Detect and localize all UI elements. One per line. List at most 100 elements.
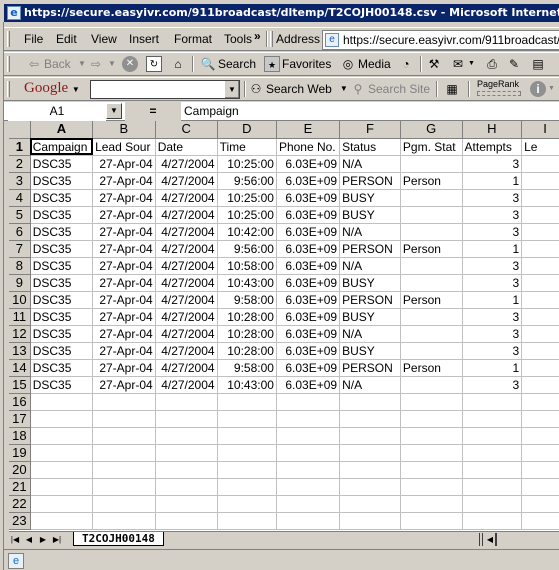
cell[interactable] [400, 223, 463, 241]
discuss-button[interactable]: ▤ [530, 56, 546, 72]
search-button[interactable]: 🔍 Search [200, 56, 257, 72]
cell[interactable]: DSC35 [30, 308, 94, 326]
select-all-corner[interactable] [9, 121, 31, 139]
column-header-e[interactable]: E [276, 121, 341, 139]
first-sheet-button[interactable]: |◀ [9, 533, 21, 546]
cell[interactable] [339, 427, 401, 445]
cell[interactable] [521, 427, 559, 445]
row-header[interactable]: 23 [9, 512, 31, 530]
row-header[interactable]: 5 [9, 206, 31, 224]
cell[interactable] [462, 478, 523, 496]
row-header[interactable]: 3 [9, 172, 31, 190]
cell[interactable] [276, 478, 341, 496]
cell[interactable]: PERSON [339, 291, 401, 309]
cell[interactable] [30, 512, 94, 530]
cell[interactable]: DSC35 [30, 376, 94, 394]
cell[interactable] [400, 444, 463, 462]
cell[interactable] [400, 325, 463, 343]
cell[interactable]: 27-Apr-04 [92, 223, 156, 241]
menu-edit[interactable]: Edit [56, 32, 77, 46]
cell[interactable]: 27-Apr-04 [92, 325, 156, 343]
cell[interactable]: DSC35 [30, 172, 94, 190]
cell[interactable]: DSC35 [30, 257, 94, 275]
cell[interactable]: 3 [462, 257, 523, 275]
cell[interactable] [521, 206, 559, 224]
cell[interactable] [92, 427, 156, 445]
cell[interactable]: 10:58:00 [217, 257, 277, 275]
cell[interactable] [276, 444, 341, 462]
cell[interactable]: PERSON [339, 240, 401, 258]
cell[interactable] [400, 342, 463, 360]
sheet-tab-active[interactable]: T2COJH00148 [73, 532, 164, 546]
cell[interactable] [521, 342, 559, 360]
cell[interactable] [30, 478, 94, 496]
cell[interactable]: 27-Apr-04 [92, 308, 156, 326]
cell[interactable] [521, 512, 559, 530]
cell[interactable]: 27-Apr-04 [92, 359, 156, 377]
menu-file[interactable]: File [24, 32, 43, 46]
cell[interactable] [521, 410, 559, 428]
cell[interactable] [30, 427, 94, 445]
cell[interactable]: 6.03E+09 [276, 257, 341, 275]
cell[interactable] [92, 444, 156, 462]
cell[interactable] [92, 410, 156, 428]
cell[interactable]: DSC35 [30, 206, 94, 224]
cell[interactable]: 6.03E+09 [276, 189, 341, 207]
cell[interactable] [462, 444, 523, 462]
print-button[interactable]: ⎙ [484, 56, 500, 72]
cell[interactable] [400, 189, 463, 207]
cell[interactable] [521, 291, 559, 309]
cell[interactable]: 4/27/2004 [155, 155, 218, 173]
cell[interactable] [30, 393, 94, 411]
cell[interactable]: 10:28:00 [217, 308, 277, 326]
cell[interactable]: 10:25:00 [217, 206, 277, 224]
column-header-i[interactable]: I [521, 121, 559, 139]
row-header[interactable]: 7 [9, 240, 31, 258]
cell[interactable] [400, 206, 463, 224]
row-header[interactable]: 13 [9, 342, 31, 360]
row-header[interactable]: 9 [9, 274, 31, 292]
cell[interactable] [217, 427, 277, 445]
cell[interactable]: 6.03E+09 [276, 155, 341, 173]
address-input[interactable]: e https://secure.easyivr.com/911broadcas… [322, 30, 559, 50]
refresh-button[interactable]: ↻ [146, 56, 162, 72]
row-header[interactable]: 21 [9, 478, 31, 496]
cell[interactable] [217, 495, 277, 513]
cell[interactable] [92, 512, 156, 530]
cell[interactable] [339, 495, 401, 513]
cell[interactable] [462, 393, 523, 411]
cell[interactable] [521, 461, 559, 479]
cell[interactable]: 27-Apr-04 [92, 240, 156, 258]
cell[interactable]: BUSY [339, 189, 401, 207]
cell[interactable]: 6.03E+09 [276, 359, 341, 377]
cell[interactable]: 10:43:00 [217, 274, 277, 292]
cell[interactable]: Attempts [462, 138, 523, 156]
cell[interactable]: DSC35 [30, 223, 94, 241]
cell[interactable]: 4/27/2004 [155, 325, 218, 343]
cell[interactable] [339, 461, 401, 479]
cell[interactable]: 6.03E+09 [276, 172, 341, 190]
cell[interactable] [521, 257, 559, 275]
cell[interactable]: 4/27/2004 [155, 172, 218, 190]
cell[interactable] [339, 512, 401, 530]
row-header[interactable]: 8 [9, 257, 31, 275]
column-header-d[interactable]: D [217, 121, 277, 139]
stop-button[interactable]: ✕ [122, 56, 138, 72]
cell[interactable]: DSC35 [30, 155, 94, 173]
cell[interactable] [155, 495, 218, 513]
row-header[interactable]: 18 [9, 427, 31, 445]
cell[interactable]: 4/27/2004 [155, 223, 218, 241]
cell[interactable] [92, 461, 156, 479]
cell[interactable]: 10:25:00 [217, 155, 277, 173]
cell[interactable]: N/A [339, 376, 401, 394]
cell[interactable] [521, 444, 559, 462]
cell[interactable]: 6.03E+09 [276, 325, 341, 343]
cell[interactable]: Pgm. Stat [400, 138, 463, 156]
row-header[interactable]: 14 [9, 359, 31, 377]
cell[interactable] [400, 376, 463, 394]
cell[interactable] [462, 427, 523, 445]
row-header[interactable]: 2 [9, 155, 31, 173]
cell[interactable]: 1 [462, 359, 523, 377]
column-header-c[interactable]: C [155, 121, 218, 139]
cell[interactable] [276, 427, 341, 445]
